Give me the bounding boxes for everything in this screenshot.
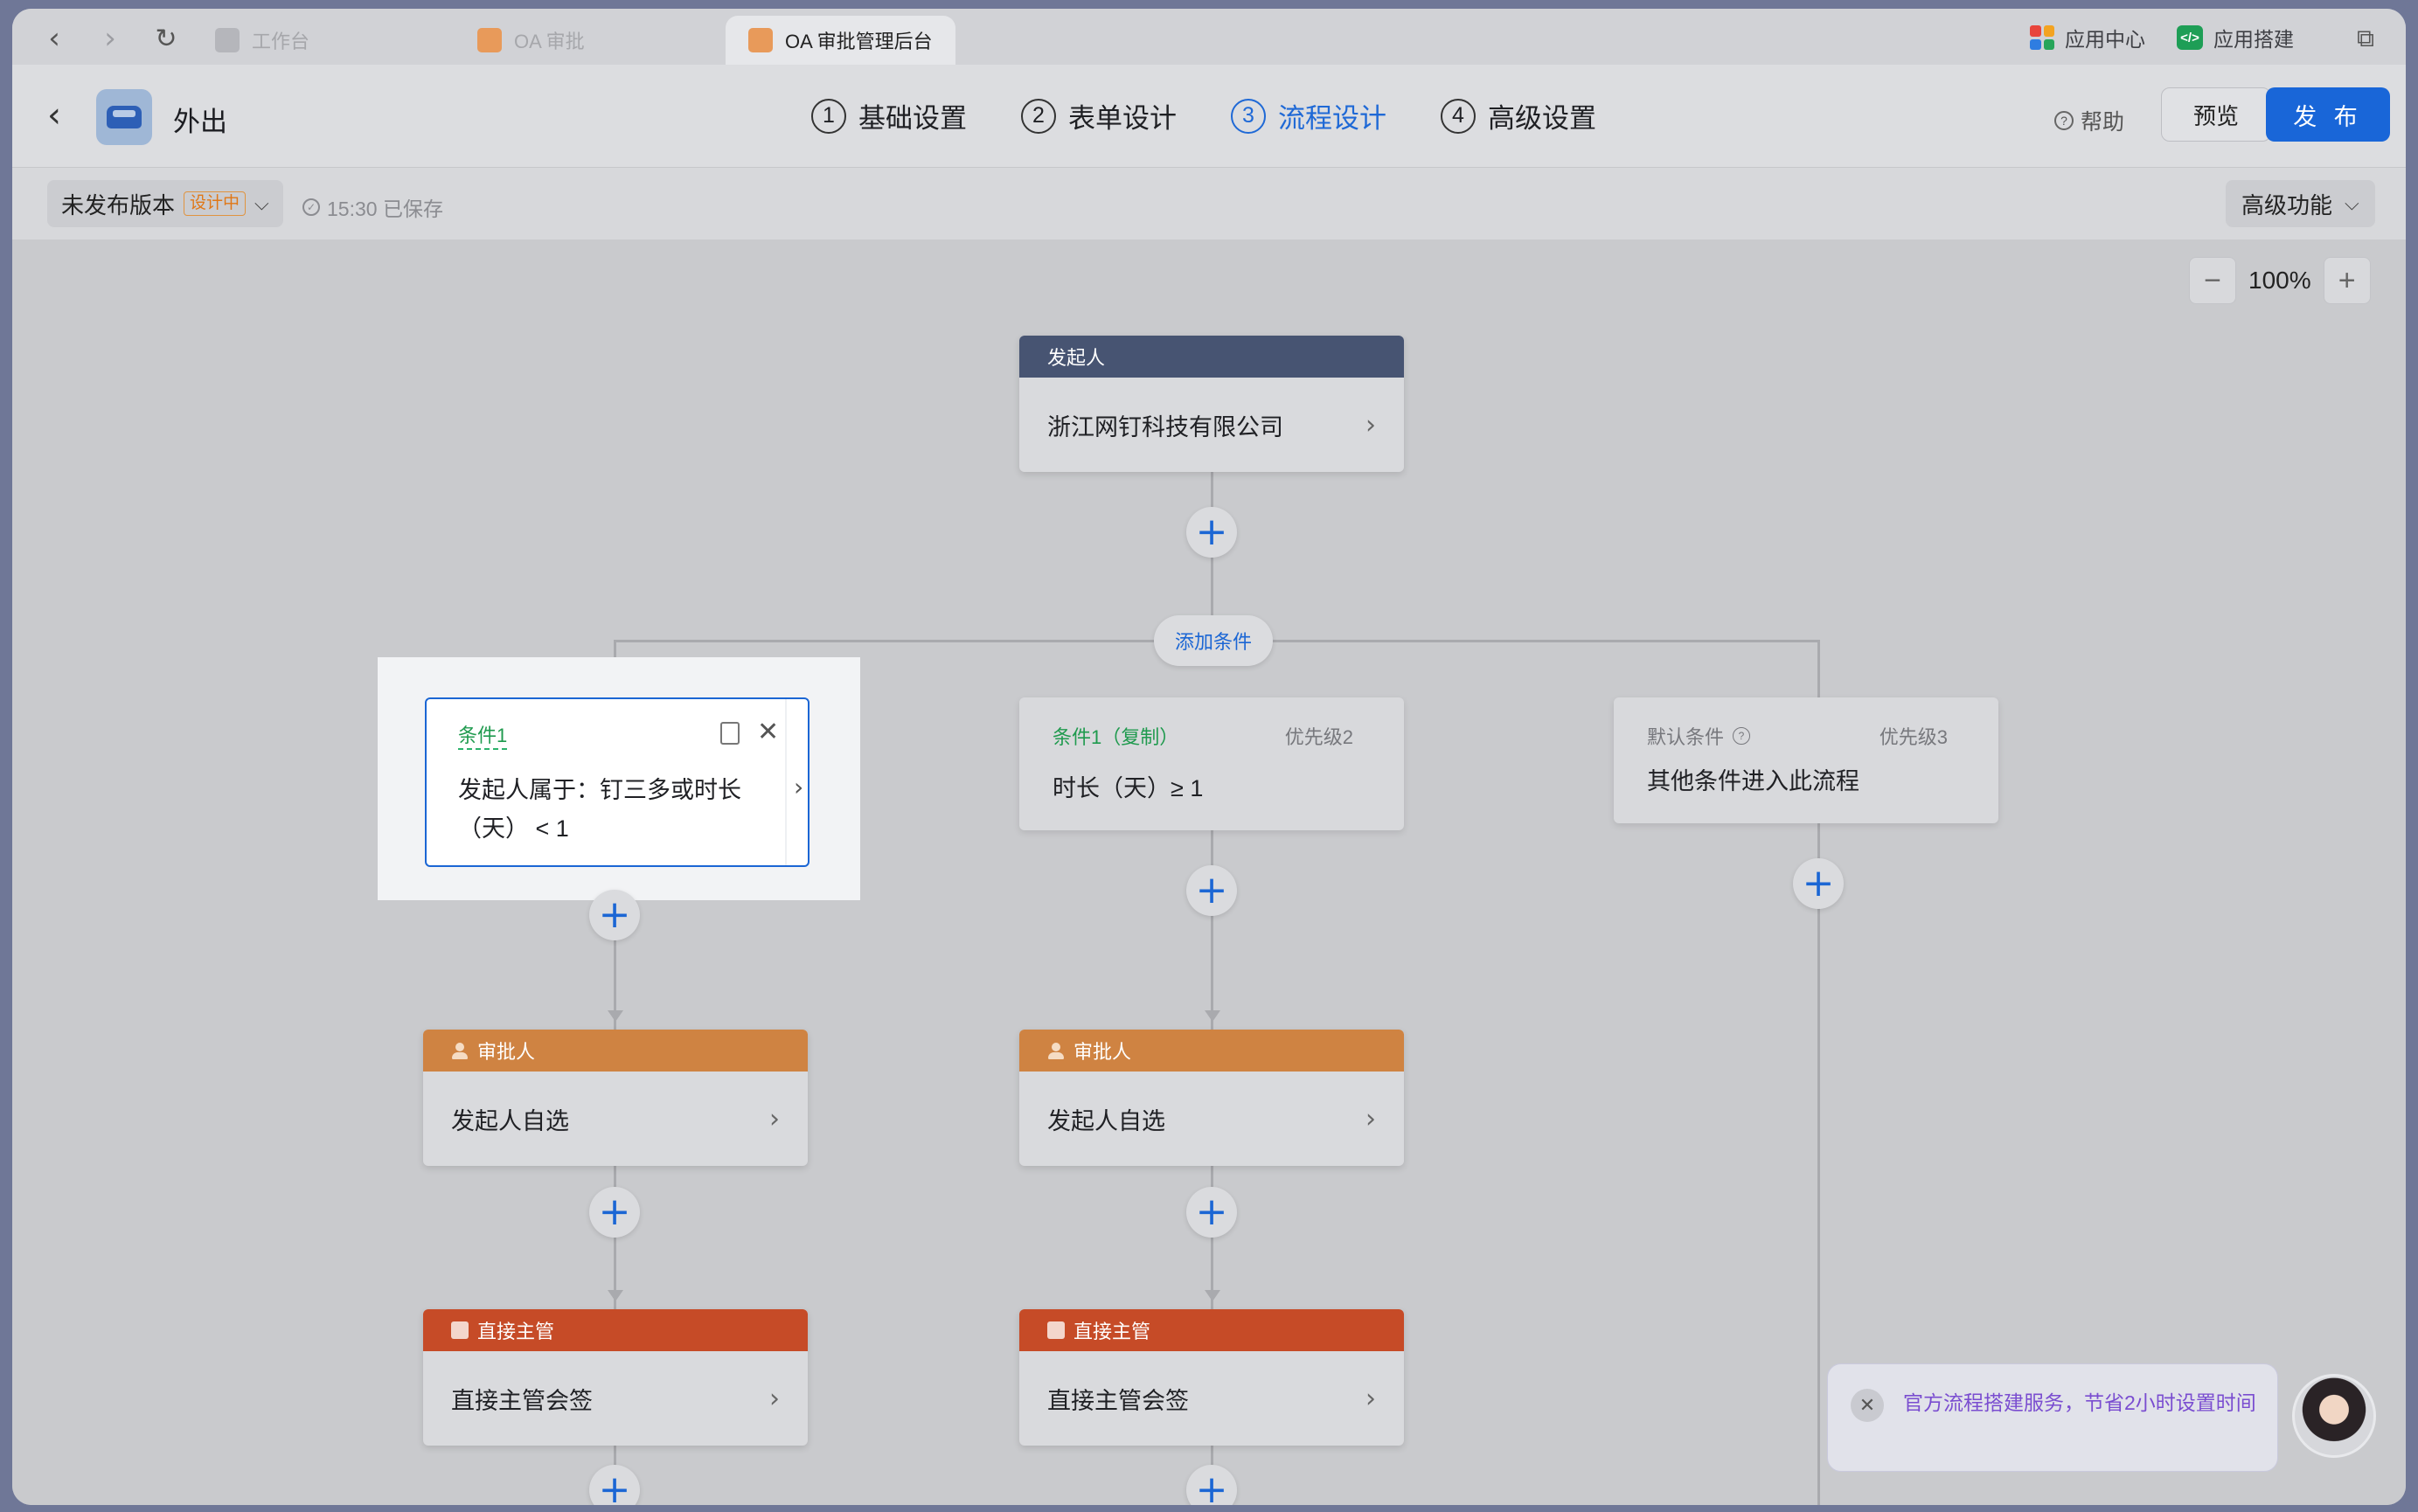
save-status: ✓ 15:30 已保存 (302, 192, 443, 222)
chevron-right-icon: › (1365, 1103, 1376, 1134)
node-content: 浙江网钉科技有限公司 (1047, 413, 1283, 440)
step-process-design[interactable]: 3 流程设计 (1231, 96, 1386, 135)
back-button[interactable]: ‹ (47, 98, 61, 133)
promo-text: 官方流程搭建服务，节省2小时设置时间 (1903, 1391, 2256, 1414)
add-node-button[interactable]: + (1793, 858, 1844, 909)
flow-canvas[interactable]: − 100% + 发起人 浙江网钉科技有限公司 › + 添加条件 条件1 ✕ 发… (12, 239, 2406, 1505)
version-toolbar: 未发布版本 设计中 ⌵ ✓ 15:30 已保存 高级功能 ⌵ (12, 168, 2406, 239)
priority-label: 优先级3 (1879, 726, 1948, 748)
chevron-right-icon[interactable]: › (794, 773, 803, 801)
edit-icon (1047, 1321, 1065, 1339)
edit-icon (451, 1321, 469, 1339)
approver-node-1[interactable]: 审批人 发起人自选 › (423, 1030, 808, 1166)
publish-button[interactable]: 发 布 (2266, 87, 2390, 142)
zoom-control: − 100% + (2189, 257, 2371, 304)
step-navigation: 1 基础设置 2 表单设计 3 流程设计 4 高级设置 (811, 96, 1596, 135)
node-content: 发起人自选 (1047, 1107, 1165, 1134)
help-icon[interactable]: ? (1733, 727, 1751, 745)
help-icon: ? (2054, 111, 2074, 130)
arrow-down-icon (1205, 1290, 1220, 1301)
zoom-level: 100% (2248, 267, 2311, 294)
add-node-button[interactable]: + (589, 1465, 640, 1505)
forward-arrow-icon[interactable]: › (93, 21, 128, 56)
add-node-button[interactable]: + (1186, 507, 1237, 558)
supervisor-node-2[interactable]: 直接主管 直接主管会签 › (1019, 1309, 1404, 1446)
starter-node[interactable]: 发起人 浙江网钉科技有限公司 › (1019, 336, 1404, 472)
add-node-button[interactable]: + (1186, 865, 1237, 916)
workbench-icon (215, 28, 240, 52)
chevron-right-icon: › (769, 1383, 780, 1414)
node-header: 发起人 (1019, 336, 1404, 378)
browser-tab-oa[interactable]: OA 审批 (477, 16, 585, 65)
chevron-right-icon: › (1365, 409, 1376, 440)
browser-toolbar: ‹ › ↻ 工作台 OA 审批 OA 审批管理后台 应用中心 </> 应用搭建 … (12, 9, 2406, 65)
code-icon: </> (2177, 25, 2203, 50)
condition-card-1[interactable]: 条件1 ✕ 发起人属于：钉三多或时长（天） < 1 › (425, 697, 809, 867)
chevron-down-icon: ⌵ (254, 192, 269, 214)
add-node-button[interactable]: + (589, 890, 640, 940)
page-header: ‹ 外出 1 基础设置 2 表单设计 3 流程设计 4 高级设置 ? 帮助 预览… (12, 65, 2406, 168)
preview-button[interactable]: 预览 (2161, 87, 2271, 142)
arrow-down-icon (608, 1290, 623, 1301)
app-grid-icon (2030, 25, 2054, 50)
copy-icon[interactable] (720, 722, 740, 745)
browser-window: ‹ › ↻ 工作台 OA 审批 OA 审批管理后台 应用中心 </> 应用搭建 … (12, 9, 2406, 1505)
arrow-down-icon (1205, 1010, 1220, 1022)
step-basic-settings[interactable]: 1 基础设置 (811, 96, 967, 135)
node-content: 直接主管会签 (451, 1387, 593, 1414)
step-form-design[interactable]: 2 表单设计 (1021, 96, 1177, 135)
approver-node-2[interactable]: 审批人 发起人自选 › (1019, 1030, 1404, 1166)
add-node-button[interactable]: + (1186, 1187, 1237, 1238)
app-builder-link[interactable]: </> 应用搭建 (2177, 23, 2294, 52)
zoom-in-button[interactable]: + (2323, 257, 2371, 304)
add-condition-button[interactable]: 添加条件 (1154, 615, 1273, 666)
advanced-features-dropdown[interactable]: 高级功能 ⌵ (2226, 180, 2375, 227)
app-name: 外出 (173, 107, 227, 137)
add-node-button[interactable]: + (1186, 1465, 1237, 1505)
oa-admin-icon (748, 28, 773, 52)
external-window-icon[interactable]: ⧉ (2348, 21, 2383, 56)
browser-tab-oa-admin[interactable]: OA 审批管理后台 (726, 16, 955, 65)
condition-desc: 时长（天）≥ 1 (1053, 775, 1204, 801)
supervisor-node-1[interactable]: 直接主管 直接主管会签 › (423, 1309, 808, 1446)
browser-tab-workbench[interactable]: 工作台 (215, 16, 309, 65)
zoom-out-button[interactable]: − (2189, 257, 2236, 304)
node-content: 发起人自选 (451, 1107, 569, 1134)
refresh-icon[interactable]: ↻ (149, 21, 184, 56)
condition-title[interactable]: 条件1 (458, 724, 508, 750)
chevron-right-icon: › (769, 1103, 780, 1134)
service-promo[interactable]: ✕ 官方流程搭建服务，节省2小时设置时间 (1827, 1363, 2278, 1472)
condition-card-default[interactable]: 默认条件 ? 优先级3 其他条件进入此流程 (1614, 697, 1998, 823)
condition-desc: 其他条件进入此流程 (1647, 768, 1859, 794)
add-node-button[interactable]: + (589, 1187, 640, 1238)
node-content: 直接主管会签 (1047, 1387, 1189, 1414)
chevron-right-icon: › (1365, 1383, 1376, 1414)
condition-desc: 发起人属于：钉三多或时长（天） < 1 (458, 777, 741, 842)
version-dropdown[interactable]: 未发布版本 设计中 ⌵ (47, 180, 283, 227)
priority-label: 优先级2 (1284, 726, 1353, 748)
condition-card-2[interactable]: 条件1（复制） 优先级2 时长（天）≥ 1 (1019, 697, 1404, 830)
assistant-avatar[interactable] (2292, 1374, 2376, 1458)
status-badge: 设计中 (184, 191, 247, 216)
oa-icon (477, 28, 502, 52)
arrow-down-icon (608, 1010, 623, 1022)
step-advanced-settings[interactable]: 4 高级设置 (1441, 96, 1596, 135)
app-center-link[interactable]: 应用中心 (2030, 23, 2145, 52)
check-circle-icon: ✓ (302, 198, 320, 216)
back-arrow-icon[interactable]: ‹ (37, 21, 72, 56)
car-icon (96, 89, 152, 145)
chevron-down-icon: ⌵ (2345, 192, 2359, 214)
user-icon (451, 1042, 469, 1059)
help-link[interactable]: ? 帮助 (2054, 105, 2124, 136)
user-icon (1047, 1042, 1065, 1059)
close-icon[interactable]: ✕ (1851, 1389, 1884, 1422)
condition-title: 默认条件 (1647, 726, 1725, 748)
close-icon[interactable]: ✕ (757, 717, 779, 747)
condition-title: 条件1（复制） (1053, 726, 1179, 748)
